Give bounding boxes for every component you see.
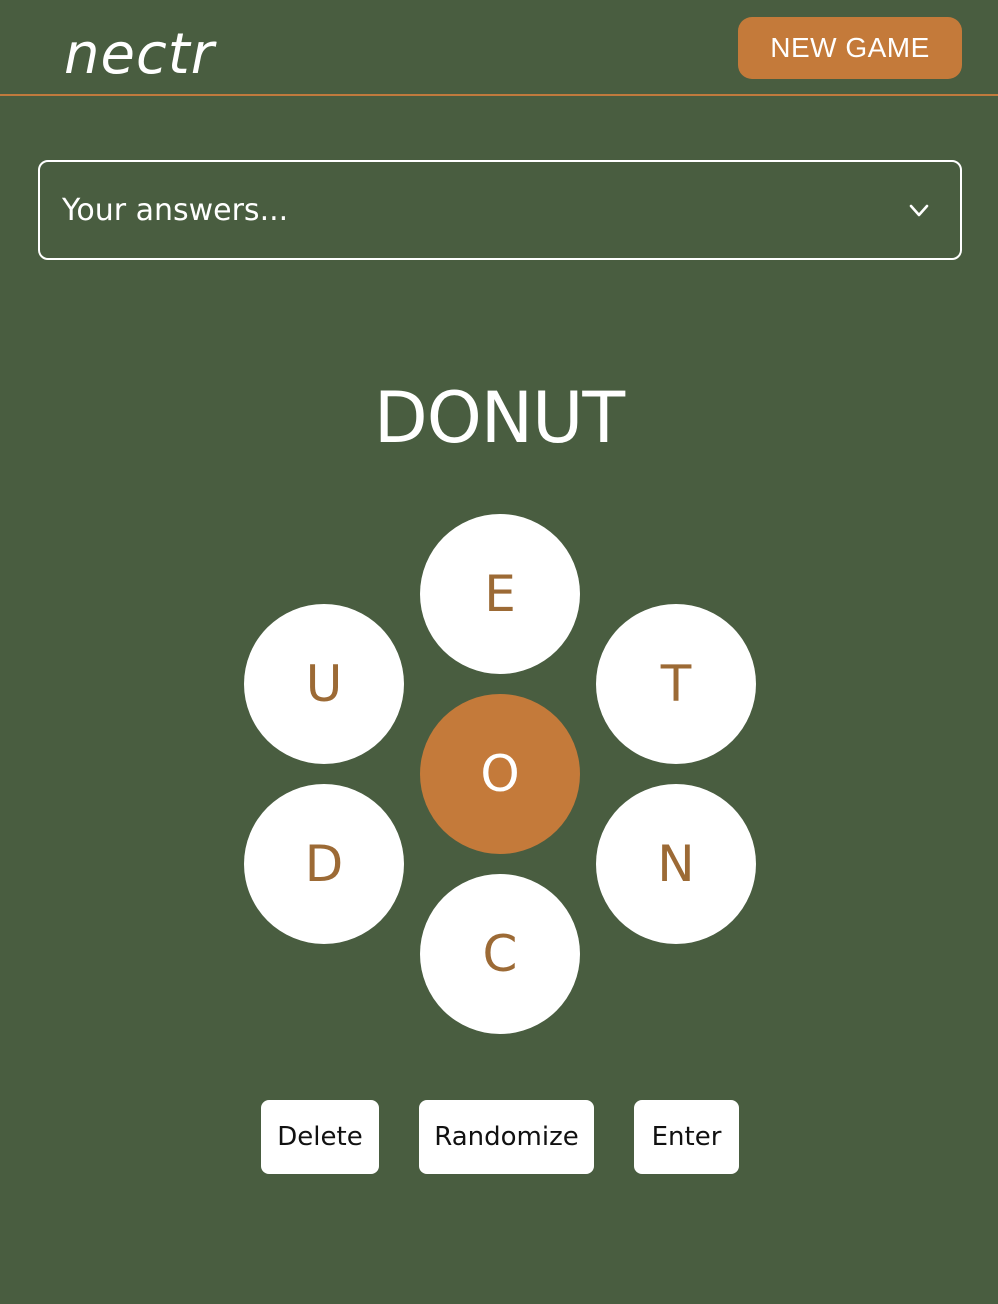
current-word: DONUT	[373, 377, 625, 459]
answers-label: Your answers...	[62, 192, 289, 228]
letter-tile-upper-right[interactable]: T	[596, 604, 756, 764]
letter-tile-lower-left[interactable]: D	[244, 784, 404, 944]
letter-tile-center[interactable]: O	[420, 694, 580, 854]
answers-dropdown[interactable]: Your answers...	[38, 160, 962, 260]
app: nectr NEW GAME Your answers... DONUT E U…	[0, 0, 998, 1304]
letter-tile-bottom[interactable]: C	[420, 874, 580, 1034]
new-game-button[interactable]: NEW GAME	[738, 17, 962, 79]
randomize-button[interactable]: Randomize	[419, 1100, 594, 1174]
logo: nectr	[64, 22, 215, 87]
letter-tile-upper-left[interactable]: U	[244, 604, 404, 764]
chevron-down-icon	[909, 204, 929, 217]
header: nectr NEW GAME	[0, 0, 998, 96]
letter-tile-lower-right[interactable]: N	[596, 784, 756, 944]
enter-button[interactable]: Enter	[634, 1100, 739, 1174]
letter-tile-top[interactable]: E	[420, 514, 580, 674]
delete-button[interactable]: Delete	[261, 1100, 379, 1174]
